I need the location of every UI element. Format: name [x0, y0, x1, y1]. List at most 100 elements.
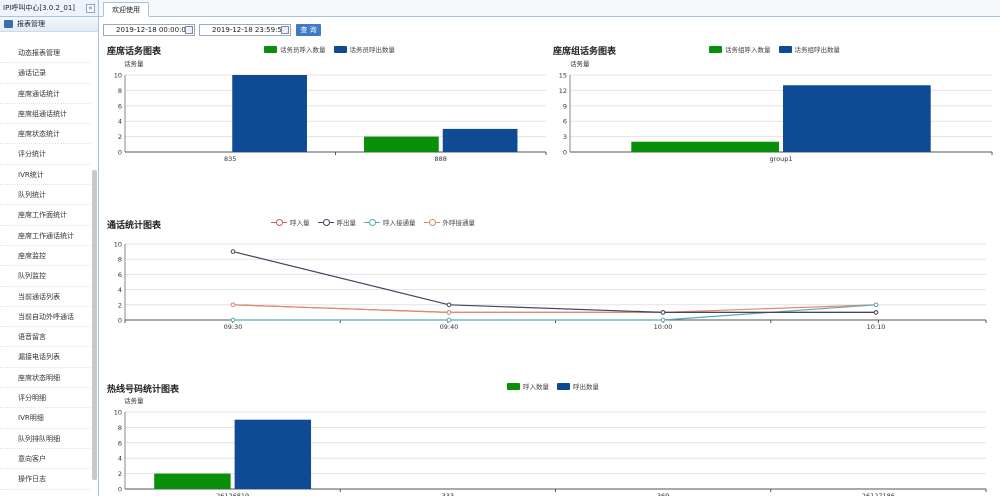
sidebar-item[interactable]: 当前自动外呼通话: [0, 307, 92, 328]
data-point-呼出量: [873, 310, 879, 315]
agent-chart-legend: 话务员呼入数量 话务员呼出数量: [264, 44, 403, 54]
legend-label: 呼入数量: [523, 383, 549, 391]
legend-line-marker: [364, 218, 380, 226]
sidebar-item[interactable]: 评分统计: [0, 144, 92, 165]
legend-label: 话务组呼出数量: [794, 46, 841, 54]
data-point-呼出量: [660, 310, 666, 315]
data-point-呼入接通量: [446, 317, 452, 323]
y-tick-label: 0: [118, 149, 122, 157]
data-point-外呼接通量: [660, 310, 666, 315]
start-datetime-input[interactable]: 2019-12-18 00:00:00: [103, 24, 195, 36]
sidebar-item[interactable]: 漏接电话列表: [0, 347, 92, 368]
collapse-sidebar-button[interactable]: «: [86, 4, 95, 13]
y-tick-label: 0: [118, 486, 122, 494]
legend-label: 呼入接通量: [383, 219, 416, 227]
legend-label: 话务员呼入数量: [280, 46, 326, 54]
legend-line-marker: [271, 218, 287, 226]
legend-item[interactable]: 呼入数量: [507, 381, 549, 391]
legend-item[interactable]: 话务组呼出数量: [778, 44, 841, 54]
legend-item[interactable]: 呼出数量: [557, 381, 599, 391]
data-point-外呼接通量: [230, 302, 236, 308]
data-point-呼入量: [660, 310, 666, 315]
legend-swatch: [507, 382, 520, 390]
legend-label: 话务组呼入数量: [725, 46, 771, 54]
sidebar-item[interactable]: IVR统计: [0, 165, 92, 186]
y-tick-label: 4: [118, 118, 122, 126]
charts-canvas: 0246810话务量835 88803691215话务量group10246810…: [114, 59, 993, 496]
series-line-外呼接通量: [232, 304, 877, 313]
query-button[interactable]: 查 询: [296, 24, 321, 36]
y-tick-label: 8: [118, 424, 122, 432]
y-tick-label: 0: [563, 149, 567, 157]
start-datetime-value: 2019-12-18 00:00:00: [116, 26, 191, 34]
legend-swatch: [778, 45, 792, 53]
data-point-呼出量: [446, 302, 452, 308]
data-point-呼入量: [446, 310, 452, 315]
x-tick-label: 26127186: [862, 492, 895, 496]
sidebar-item[interactable]: 通话记录: [0, 63, 92, 84]
y-tick-label: 15: [559, 72, 567, 80]
app-title-bar: IPI呼叫中心[3.0.2_01] «: [0, 0, 98, 17]
legend-item[interactable]: 话务组呼入数量: [709, 44, 771, 54]
y-tick-label: 8: [118, 256, 122, 264]
sidebar-item[interactable]: 座席状态明细: [0, 368, 92, 389]
tab-welcome[interactable]: 欢迎使用: [103, 2, 149, 17]
bar-话务组呼出数量: [783, 85, 931, 152]
legend-item[interactable]: 呼入接通量: [364, 217, 416, 227]
y-tick-label: 12: [559, 87, 567, 95]
x-tick-label: 10:10: [867, 323, 886, 331]
series-line-呼出量: [232, 251, 876, 313]
sidebar-item[interactable]: 队列监控: [0, 266, 92, 287]
data-point-呼入量: [230, 302, 236, 308]
legend-item[interactable]: 呼出量: [317, 217, 357, 227]
sidebar-item[interactable]: 座席工作通话统计: [0, 226, 92, 246]
sidebar-item[interactable]: 动态报表管理: [0, 43, 92, 64]
legend-item[interactable]: 话务员呼入数量: [264, 44, 326, 54]
sidebar-item[interactable]: 座席监控: [0, 246, 92, 267]
sidebar-item[interactable]: 队列排队明细: [0, 429, 92, 449]
y-tick-label: 0: [118, 317, 122, 325]
y-axis-label: 话务量: [124, 396, 144, 405]
group-chart-title: 座席组话务图表: [553, 47, 617, 57]
sidebar-item[interactable]: 当前通话列表: [0, 287, 92, 307]
sidebar-item[interactable]: 操作日志: [0, 469, 92, 490]
sidebar-item[interactable]: 评分明细: [0, 388, 92, 409]
sidebar-item[interactable]: 座席工作面统计: [0, 205, 92, 226]
group-chart-legend: 话务组呼入数量 话务组呼出数量: [709, 44, 848, 54]
end-datetime-input[interactable]: 2019-12-18 23:59:59: [199, 24, 291, 36]
series-line-呼入接通量: [233, 304, 877, 321]
x-tick-label: 333: [442, 492, 454, 496]
y-tick-label: 4: [118, 455, 122, 463]
sidebar-item[interactable]: IVR明细: [0, 408, 92, 429]
sidebar-item[interactable]: 座席组通话统计: [0, 104, 92, 125]
legend-swatch: [264, 45, 277, 53]
calendar-icon[interactable]: [185, 26, 193, 34]
legend-item[interactable]: 话务员呼出数量: [333, 44, 395, 54]
series-line-呼入量: [232, 304, 876, 313]
legend-item[interactable]: 外呼接通量: [423, 217, 475, 227]
legend-label: 呼出量: [336, 219, 357, 227]
y-tick-label: 3: [563, 133, 567, 141]
calendar-icon[interactable]: [281, 26, 289, 34]
sidebar-item[interactable]: 座席状态统计: [0, 124, 92, 145]
y-tick-label: 10: [114, 72, 122, 80]
y-tick-label: 10: [114, 241, 122, 249]
sidebar-item[interactable]: 意向客户: [0, 449, 92, 470]
sidebar-item[interactable]: 座席通话统计: [0, 84, 92, 104]
y-axis-label: 话务量: [124, 59, 144, 68]
y-tick-label: 9: [563, 102, 567, 110]
x-tick-label: 888: [435, 155, 447, 163]
legend-item[interactable]: 呼入量: [271, 217, 310, 227]
sidebar-scrollbar[interactable]: [92, 170, 97, 480]
y-tick-label: 2: [118, 470, 122, 478]
y-tick-label: 2: [118, 301, 122, 309]
menu-group-report[interactable]: 报表管理: [0, 17, 98, 32]
y-tick-label: 6: [563, 118, 567, 126]
x-tick-label: 835: [224, 155, 236, 163]
sidebar-item[interactable]: 队列统计: [0, 185, 92, 206]
data-point-呼入接通量: [230, 317, 236, 323]
y-tick-label: 6: [118, 271, 122, 279]
y-tick-label: 8: [118, 87, 122, 95]
sidebar-item[interactable]: 语音留言: [0, 327, 92, 348]
bar-话务员呼入数量: [364, 136, 439, 152]
